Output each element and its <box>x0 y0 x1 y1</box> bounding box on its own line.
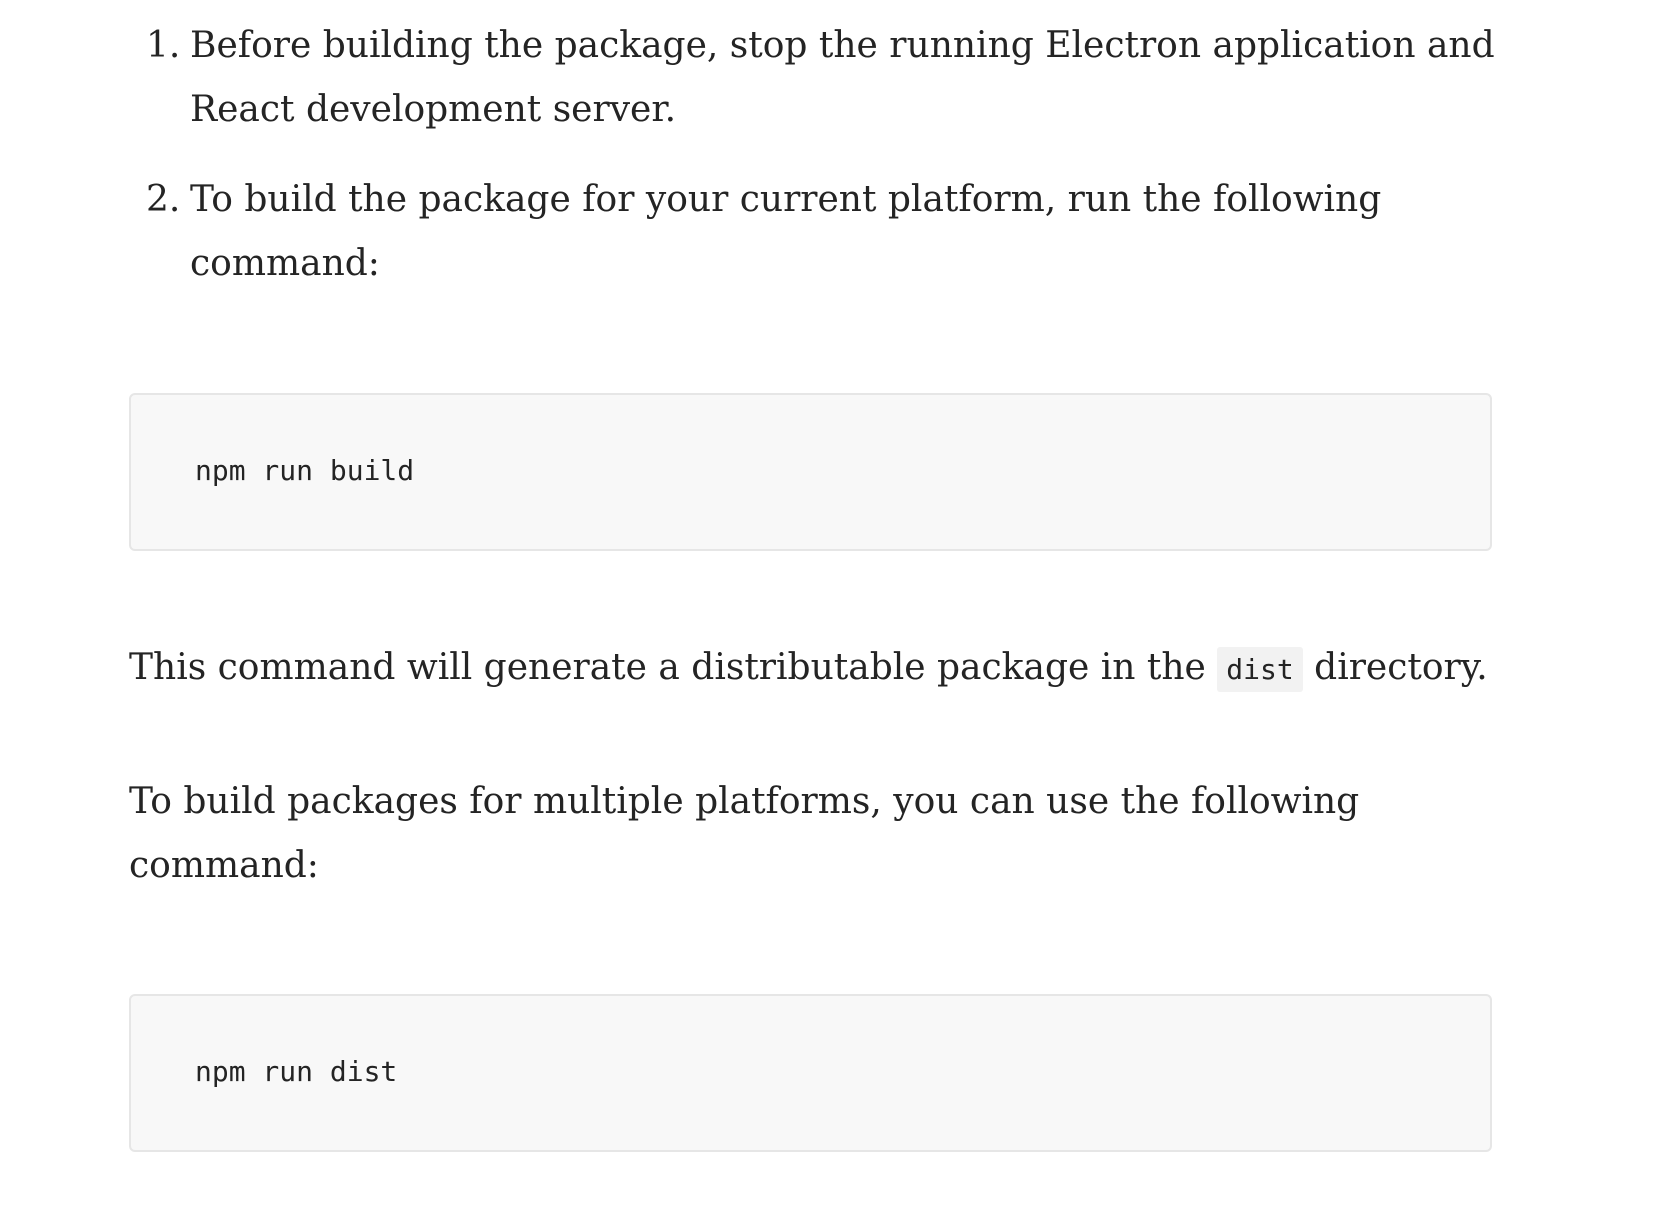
list-item: 2. To build the package for your current… <box>128 168 1508 296</box>
paragraph-text: directory. <box>1302 647 1488 688</box>
list-item-number: 2. <box>146 179 181 220</box>
code-block-build: npm run build <box>129 393 1492 551</box>
paragraph-dist-note: This command will generate a distributab… <box>129 636 1509 702</box>
document-content: 1. Before building the package, stop the… <box>0 0 1654 1220</box>
list-item-text: To build the package for your current pl… <box>190 179 1382 284</box>
list-item: 1. Before building the package, stop the… <box>128 14 1508 142</box>
build-steps-list: 1. Before building the package, stop the… <box>128 14 1508 322</box>
list-item-number: 1. <box>146 25 181 66</box>
code-text: npm run dist <box>195 1055 398 1088</box>
list-item-text: Before building the package, stop the ru… <box>190 25 1495 130</box>
paragraph-multi-platform: To build packages for multiple platforms… <box>129 781 1360 886</box>
inline-code: dist <box>1217 647 1303 692</box>
code-block-dist: npm run dist <box>129 994 1492 1152</box>
code-text: npm run build <box>195 454 415 487</box>
paragraph-text: This command will generate a distributab… <box>129 647 1218 688</box>
